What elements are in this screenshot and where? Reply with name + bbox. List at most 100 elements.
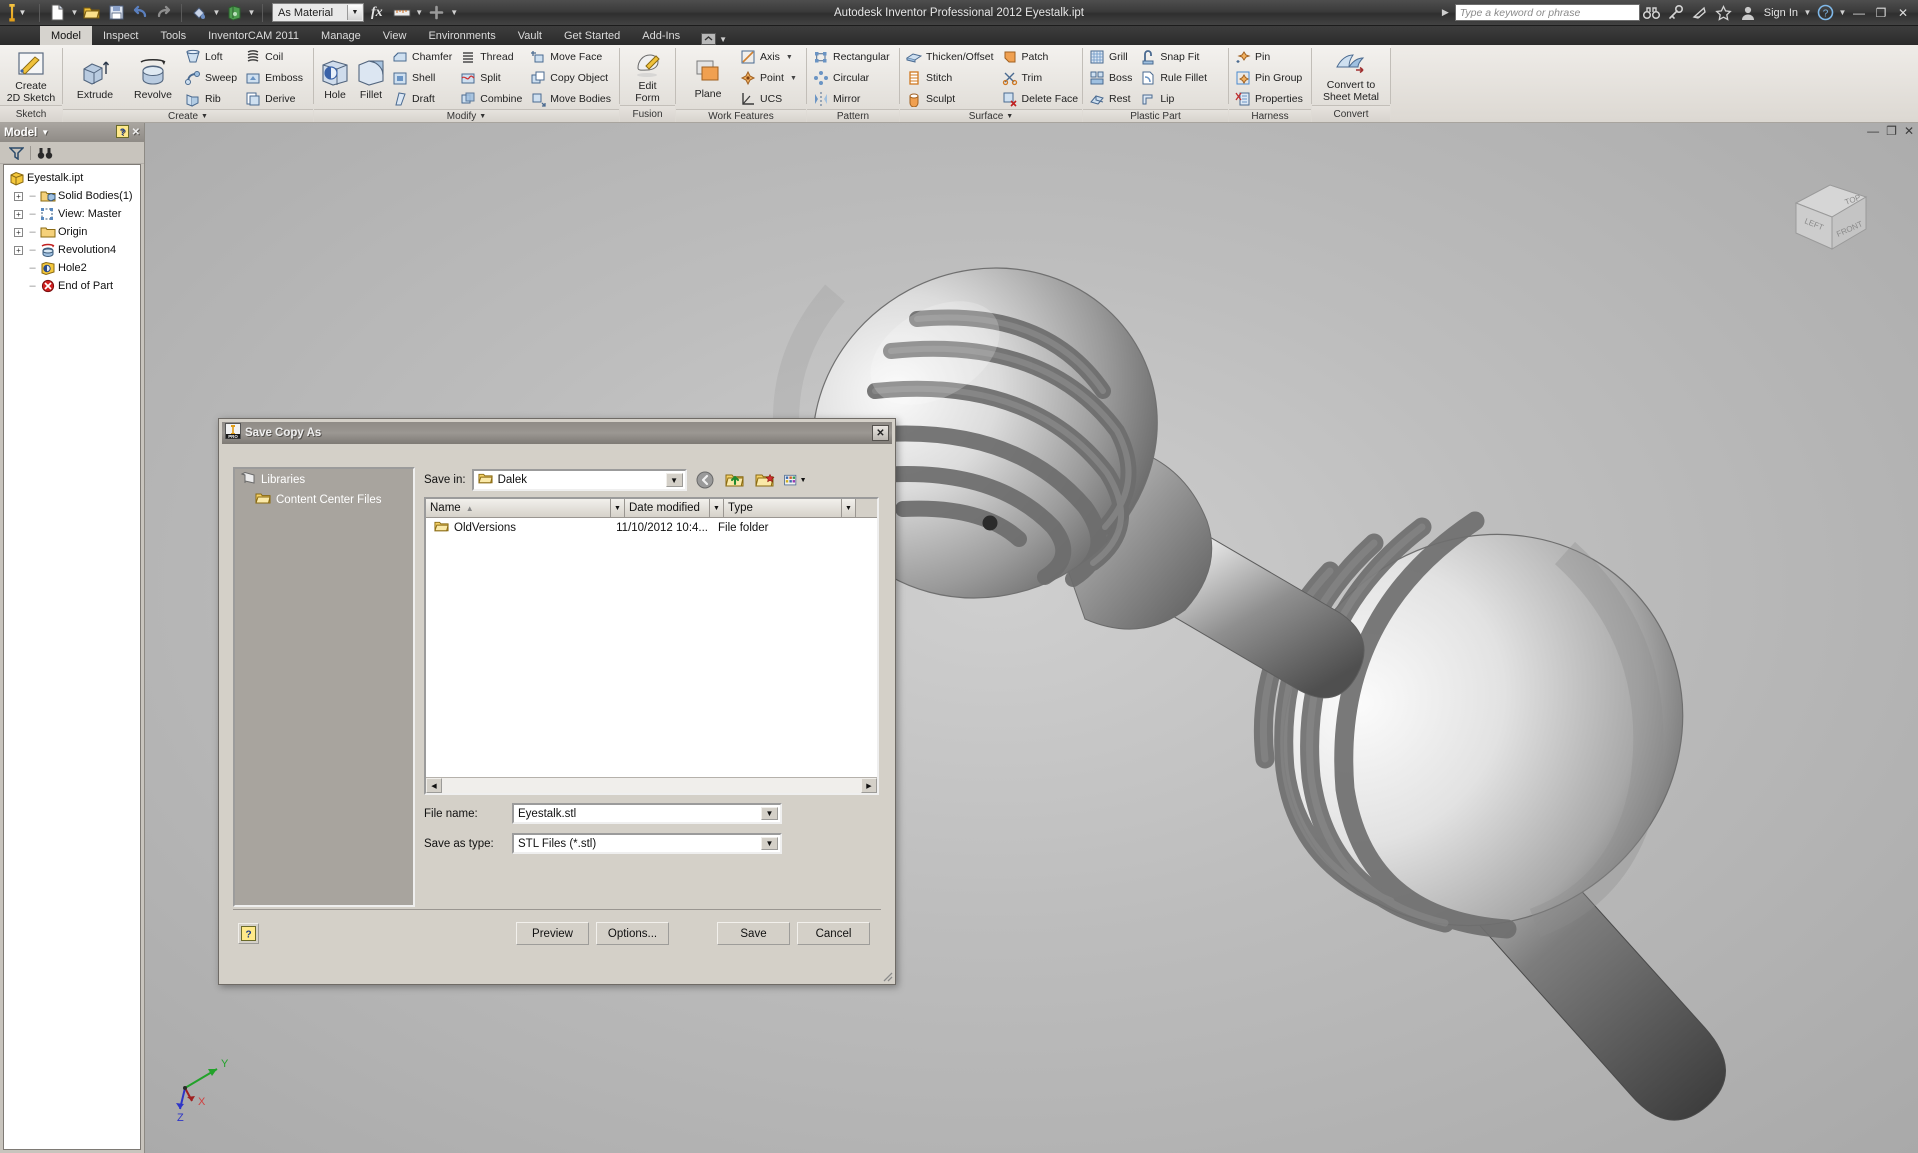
undo-button[interactable] <box>128 1 152 25</box>
pin-group-button[interactable]: Pin Group <box>1233 68 1307 88</box>
back-button[interactable] <box>693 469 717 491</box>
column-filter-name-button[interactable]: ▼ <box>611 499 625 517</box>
new-dropdown-icon[interactable]: ▼ <box>69 8 80 17</box>
tab-vault[interactable]: Vault <box>507 26 553 45</box>
rule-fillet-button[interactable]: Rule Fillet <box>1138 68 1211 88</box>
chevron-down-icon[interactable]: ▼ <box>41 128 49 137</box>
table-row[interactable]: OldVersions 11/10/2012 10:4... File fold… <box>426 518 877 538</box>
plane-button[interactable]: Plane <box>679 56 737 100</box>
chevron-down-icon[interactable]: ▼ <box>347 5 362 20</box>
scrollbar-track[interactable] <box>442 778 861 793</box>
split-button[interactable]: Split <box>458 68 526 88</box>
thread-button[interactable]: Thread <box>458 47 526 67</box>
save-as-type-select[interactable]: STL Files (*.stl) ▼ <box>512 833 782 854</box>
restore-window-button[interactable]: ❐ <box>1870 0 1892 26</box>
place-item-libraries[interactable]: Libraries <box>235 469 413 490</box>
revolve-button[interactable]: Revolve <box>124 55 182 101</box>
redo-button[interactable] <box>152 1 176 25</box>
material-style-combo[interactable]: As Material ▼ <box>272 3 364 22</box>
save-button[interactable] <box>104 1 128 25</box>
create-2d-sketch-button[interactable]: Create 2D Sketch <box>3 48 59 104</box>
save-copy-as-dialog[interactable]: PRO Save Copy As ✕ Libraries Content Cen… <box>218 418 896 985</box>
boss-button[interactable]: Boss <box>1087 68 1136 88</box>
scroll-left-button[interactable]: ◀ <box>426 778 442 793</box>
resize-grip[interactable] <box>880 969 893 982</box>
tree-item-hole2[interactable]: – Hole2 <box>6 259 138 277</box>
rectangular-pattern-button[interactable]: Rectangular <box>811 47 894 67</box>
new-folder-button[interactable] <box>753 469 777 491</box>
thicken-offset-button[interactable]: Thicken/Offset <box>904 47 998 67</box>
tree-item-eyestalk[interactable]: Eyestalk.ipt <box>6 169 138 187</box>
pin-button[interactable]: Pin <box>1233 47 1307 67</box>
properties-button[interactable]: Properties <box>1233 89 1307 109</box>
chamfer-button[interactable]: Chamfer <box>390 47 456 67</box>
extrude-button[interactable]: Extrude <box>66 55 124 101</box>
snap-fit-button[interactable]: Snap Fit <box>1138 47 1211 67</box>
material-button[interactable] <box>222 1 246 25</box>
stitch-button[interactable]: Stitch <box>904 68 998 88</box>
tab-model[interactable]: Model <box>40 26 92 45</box>
user-avatar-icon[interactable] <box>1736 0 1760 26</box>
move-face-button[interactable]: Move Face <box>528 47 615 67</box>
star-icon[interactable] <box>1712 0 1736 26</box>
chevron-down-icon[interactable]: ▼ <box>479 113 486 120</box>
file-list[interactable]: Name ▲ ▼ Date modified ▼ Type ▼ OldVersi… <box>424 497 879 795</box>
tab-environments[interactable]: Environments <box>417 26 506 45</box>
ucs-button[interactable]: UCS <box>738 89 801 109</box>
copy-object-button[interactable]: Copy Object <box>528 68 615 88</box>
parameters-button[interactable]: fx <box>364 5 390 21</box>
funnel-icon[interactable] <box>6 144 26 162</box>
draft-button[interactable]: Draft <box>390 89 456 109</box>
sign-in-dropdown-icon[interactable]: ▼ <box>1802 8 1813 17</box>
restore-document-button[interactable]: ❐ <box>1886 125 1897 137</box>
loft-button[interactable]: Loft <box>183 47 241 67</box>
tree-item-revolution4[interactable]: + – Revolution4 <box>6 241 138 259</box>
lip-button[interactable]: Lip <box>1138 89 1211 109</box>
cancel-button[interactable]: Cancel <box>797 922 870 945</box>
derive-button[interactable]: Derive <box>243 89 307 109</box>
key-icon[interactable] <box>1664 0 1688 26</box>
tree-item-solid-bodies[interactable]: + – Solid Bodies(1) <box>6 187 138 205</box>
dialog-title-bar[interactable]: PRO Save Copy As ✕ <box>222 422 892 444</box>
satellite-dish-icon[interactable] <box>1688 0 1712 26</box>
coil-button[interactable]: Coil <box>243 47 307 67</box>
expander-plus-icon[interactable]: + <box>12 226 25 239</box>
rest-button[interactable]: Rest <box>1087 89 1136 109</box>
search-expand-icon[interactable]: ▶ <box>1436 7 1455 18</box>
view-cube[interactable]: TOP LEFT FRONT <box>1786 175 1876 255</box>
chevron-down-icon[interactable]: ▼ <box>761 837 778 850</box>
circular-pattern-button[interactable]: Circular <box>811 68 894 88</box>
minimize-document-button[interactable]: — <box>1867 125 1879 137</box>
binoculars-icon[interactable] <box>35 144 55 162</box>
chevron-down-icon[interactable]: ▼ <box>665 473 683 487</box>
qat-overflow-icon[interactable]: ▼ <box>449 8 460 17</box>
appearance-dropdown-icon[interactable]: ▼ <box>211 8 222 17</box>
save-button[interactable]: Save <box>717 922 790 945</box>
tab-view[interactable]: View <box>372 26 418 45</box>
axis-button[interactable]: Axis ▼ <box>738 47 801 67</box>
trim-button[interactable]: Trim <box>1000 68 1083 88</box>
fillet-button[interactable]: Fillet <box>353 55 389 101</box>
binoculars-icon[interactable] <box>1640 0 1664 26</box>
move-bodies-button[interactable]: Move Bodies <box>528 89 615 109</box>
expander-plus-icon[interactable]: + <box>12 190 25 203</box>
measure-dropdown-icon[interactable]: ▼ <box>414 8 425 17</box>
mirror-button[interactable]: Mirror <box>811 89 894 109</box>
chevron-down-icon[interactable]: ▼ <box>790 75 797 82</box>
close-icon[interactable]: ✕ <box>132 127 140 138</box>
sculpt-button[interactable]: Sculpt <box>904 89 998 109</box>
file-name-input[interactable]: Eyestalk.stl ▼ <box>512 803 782 824</box>
appearance-button[interactable] <box>187 1 211 25</box>
column-filter-date-button[interactable]: ▼ <box>710 499 724 517</box>
ribbon-minimize-button[interactable]: ▼ <box>701 33 727 45</box>
convert-to-sheet-metal-button[interactable]: Convert to Sheet Metal <box>1315 49 1387 103</box>
application-menu-button[interactable]: ▼ <box>0 0 34 26</box>
tree-item-end-of-part[interactable]: – End of Part <box>6 277 138 295</box>
model-tree[interactable]: Eyestalk.ipt + – Solid Bodies(1) + – Vie… <box>3 164 141 1150</box>
open-button[interactable] <box>80 1 104 25</box>
expander-plus-icon[interactable]: + <box>12 208 25 221</box>
expander-plus-icon[interactable]: + <box>12 244 25 257</box>
tree-item-view-master[interactable]: + – View: Master <box>6 205 138 223</box>
file-list-horizontal-scrollbar[interactable]: ◀ ▶ <box>426 777 877 793</box>
tab-inventorcam[interactable]: InventorCAM 2011 <box>197 26 310 45</box>
